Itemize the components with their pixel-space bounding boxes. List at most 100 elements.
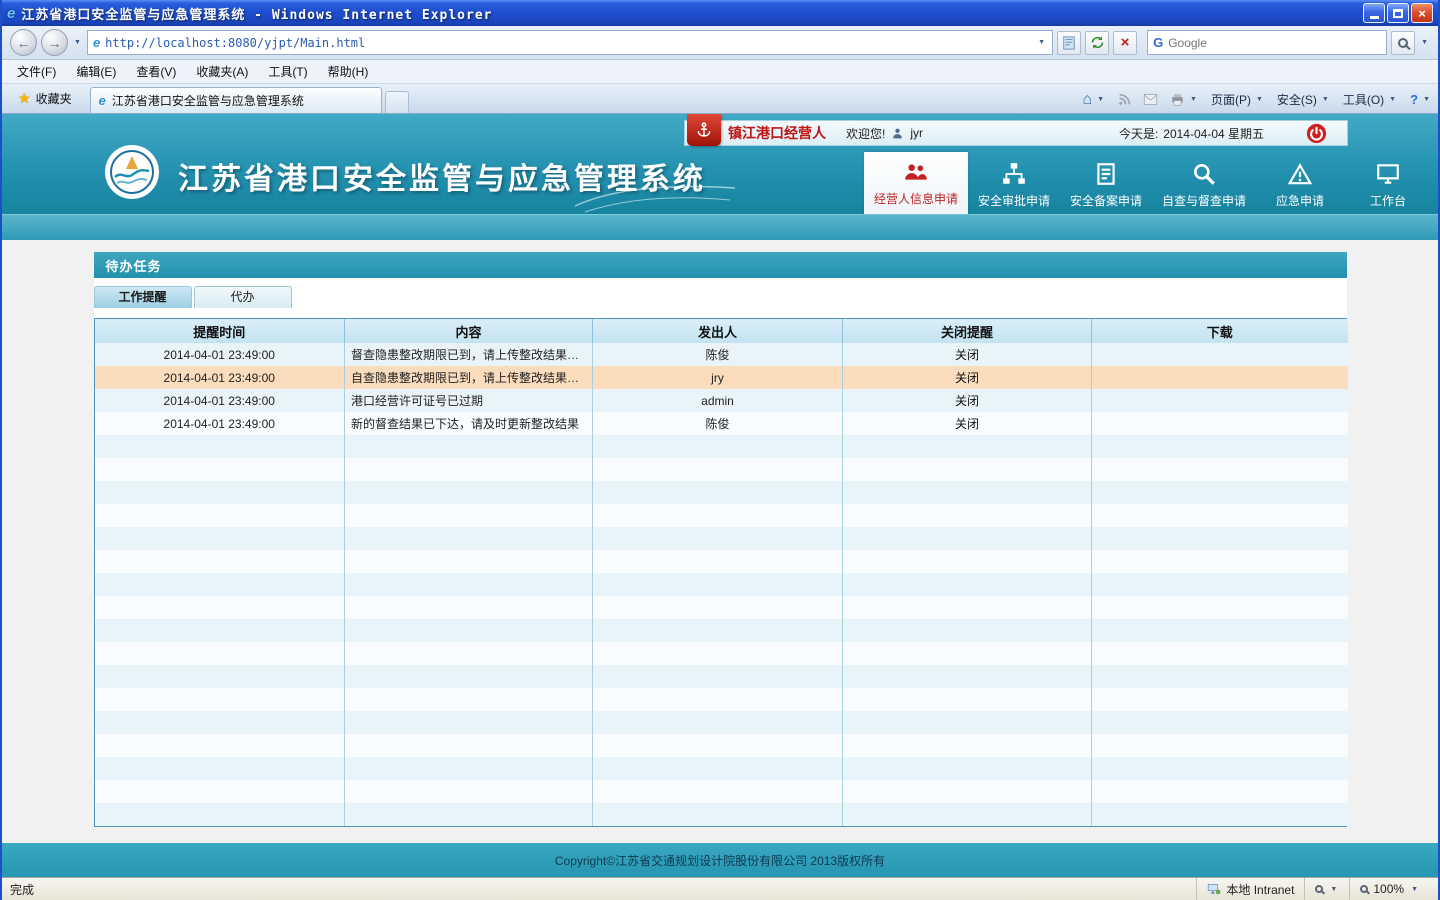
nav-emergency[interactable]: 应急申请 bbox=[1256, 156, 1344, 214]
site-logo bbox=[104, 144, 160, 203]
menu-help[interactable]: 帮助(H) bbox=[319, 60, 378, 83]
maximize-icon bbox=[1393, 9, 1403, 18]
close-button[interactable]: × bbox=[1411, 3, 1433, 23]
back-button[interactable]: ← bbox=[10, 29, 37, 56]
close-reminder-link[interactable]: 关闭 bbox=[955, 371, 979, 385]
window-title: 江苏省港口安全监管与应急管理系统 - Windows Internet Expl… bbox=[21, 4, 1357, 23]
panel-title: 待办任务 bbox=[94, 252, 1347, 278]
close-reminder-link[interactable]: 关闭 bbox=[955, 394, 979, 408]
close-reminder-link[interactable]: 关闭 bbox=[955, 348, 979, 362]
welcome-strip: 镇江港口经营人 欢迎您! jyr 今天是: 2014-04-04 星期五 bbox=[684, 120, 1348, 146]
stop-button[interactable]: × bbox=[1113, 31, 1137, 55]
nav-label: 应急申请 bbox=[1276, 192, 1324, 209]
tab-page-icon: e bbox=[99, 93, 106, 108]
minimize-button[interactable] bbox=[1363, 3, 1385, 23]
security-zone: 本地 Intranet bbox=[1196, 878, 1304, 900]
table-row-empty bbox=[95, 550, 1348, 573]
address-input[interactable] bbox=[105, 36, 1031, 50]
safety-menu[interactable]: 安全(S) ▼ bbox=[1277, 91, 1331, 108]
cell-close: 关闭 bbox=[843, 389, 1092, 412]
date-label: 今天是: bbox=[1119, 125, 1158, 142]
org-chart-icon bbox=[1001, 161, 1027, 187]
read-mail-button[interactable] bbox=[1143, 93, 1158, 106]
cell-time: 2014-04-01 23:49:00 bbox=[95, 366, 345, 389]
cell-time: 2014-04-01 23:49:00 bbox=[95, 343, 345, 366]
col-header-sender: 发出人 bbox=[593, 319, 843, 343]
zoom-level: 100% bbox=[1373, 882, 1404, 896]
nav-operator-info[interactable]: 经营人信息申请 bbox=[864, 152, 968, 214]
cell-download bbox=[1092, 412, 1348, 435]
tab-pending[interactable]: 代办 bbox=[194, 286, 292, 308]
forward-button[interactable]: → bbox=[41, 29, 68, 56]
favorites-button[interactable]: ★ 收藏夹 bbox=[8, 86, 82, 113]
nav-safety-approval[interactable]: 安全审批申请 bbox=[968, 156, 1060, 214]
table-row: 2014-04-01 23:49:00 督查隐患整改期限已到，请上传整改结果… … bbox=[95, 343, 1348, 366]
home-button[interactable]: ⌂ ▼ bbox=[1082, 92, 1106, 108]
search-go-button[interactable] bbox=[1391, 31, 1415, 55]
menu-tools[interactable]: 工具(T) bbox=[259, 60, 316, 83]
menu-view[interactable]: 查看(V) bbox=[127, 60, 185, 83]
zoom-menu[interactable]: ▼ bbox=[1304, 878, 1349, 900]
nav-workbench[interactable]: 工作台 bbox=[1344, 156, 1432, 214]
tab-work-reminder[interactable]: 工作提醒 bbox=[94, 286, 192, 308]
menu-file[interactable]: 文件(F) bbox=[8, 60, 65, 83]
copyright-text: Copyright©江苏省交通规划设计院股份有限公司 2013版权所有 bbox=[555, 852, 885, 869]
new-tab-button[interactable] bbox=[385, 91, 409, 113]
stop-icon: × bbox=[1121, 35, 1130, 50]
table-row-empty bbox=[95, 504, 1348, 527]
table-row-empty bbox=[95, 619, 1348, 642]
menu-favorites[interactable]: 收藏夹(A) bbox=[187, 60, 257, 83]
content-area: 待办任务 工作提醒 代办 提醒时间 内容 发出人 关闭提醒 bbox=[2, 240, 1438, 843]
cell-content: 督查隐患整改期限已到，请上传整改结果… bbox=[345, 343, 593, 366]
browser-tab[interactable]: e 江苏省港口安全监管与应急管理系统 bbox=[90, 87, 382, 113]
address-field: e ▼ bbox=[87, 30, 1053, 55]
cell-sender: admin bbox=[593, 389, 843, 412]
nav-safety-record[interactable]: 安全备案申请 bbox=[1060, 156, 1152, 214]
minimize-icon bbox=[1370, 16, 1379, 19]
tools-menu[interactable]: 工具(O) ▼ bbox=[1343, 91, 1398, 108]
history-dropdown-icon[interactable]: ▼ bbox=[72, 39, 83, 46]
decorative-swoosh bbox=[570, 176, 740, 214]
cell-close: 关闭 bbox=[843, 366, 1092, 389]
rss-icon bbox=[1118, 93, 1131, 106]
table-row-empty bbox=[95, 435, 1348, 458]
menu-edit[interactable]: 编辑(E) bbox=[67, 60, 125, 83]
help-menu[interactable]: ? ▼ bbox=[1410, 92, 1432, 107]
table-row-empty bbox=[95, 596, 1348, 619]
header-sub-strip bbox=[2, 214, 1438, 240]
feeds-button[interactable] bbox=[1118, 93, 1131, 106]
todo-table: 提醒时间 内容 发出人 关闭提醒 下载 2014-04-01 23:49:00 … bbox=[94, 318, 1347, 827]
search-dropdown-icon[interactable]: ▼ bbox=[1419, 39, 1430, 46]
site-footer: Copyright©江苏省交通规划设计院股份有限公司 2013版权所有 bbox=[2, 843, 1438, 877]
refresh-button[interactable] bbox=[1085, 31, 1109, 55]
maximize-button[interactable] bbox=[1387, 3, 1409, 23]
warning-triangle-icon bbox=[1287, 161, 1313, 187]
role-badge: 镇江港口经营人 bbox=[687, 120, 826, 146]
table-row-empty bbox=[95, 527, 1348, 550]
mail-icon bbox=[1143, 93, 1158, 106]
close-reminder-link[interactable]: 关闭 bbox=[955, 417, 979, 431]
cell-download bbox=[1092, 389, 1348, 412]
ie-icon: e bbox=[7, 5, 15, 22]
address-dropdown-icon[interactable]: ▼ bbox=[1036, 39, 1047, 46]
nav-self-inspection[interactable]: 自查与督查申请 bbox=[1152, 156, 1256, 214]
print-button[interactable]: ▼ bbox=[1170, 93, 1199, 107]
zoom-menu-dropdown-icon: ▼ bbox=[1328, 886, 1339, 893]
page-menu[interactable]: 页面(P) ▼ bbox=[1211, 91, 1265, 108]
document-icon bbox=[1093, 161, 1119, 187]
page-viewport: 江苏省港口安全监管与应急管理系统 镇江港口经营人 欢迎您! bbox=[2, 114, 1438, 877]
compatibility-view-button[interactable] bbox=[1057, 31, 1081, 55]
zoom-menu-icon bbox=[1315, 885, 1323, 893]
logout-button[interactable] bbox=[1306, 123, 1327, 144]
search-input[interactable] bbox=[1168, 36, 1381, 50]
zoom-control[interactable]: 100% ▼ bbox=[1349, 878, 1430, 900]
page-menu-label: 页面(P) bbox=[1211, 91, 1251, 108]
user-icon bbox=[891, 127, 904, 140]
col-header-download: 下载 bbox=[1092, 319, 1348, 343]
anchor-icon bbox=[687, 114, 721, 146]
star-icon: ★ bbox=[18, 90, 31, 107]
table-header-row: 提醒时间 内容 发出人 关闭提醒 下载 bbox=[95, 319, 1348, 343]
table-row-empty bbox=[95, 642, 1348, 665]
help-icon: ? bbox=[1410, 92, 1418, 107]
browser-window: e 江苏省港口安全监管与应急管理系统 - Windows Internet Ex… bbox=[0, 0, 1440, 900]
